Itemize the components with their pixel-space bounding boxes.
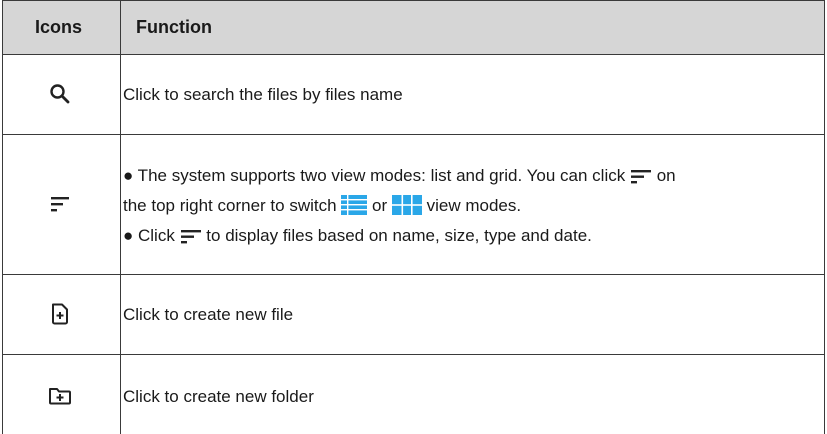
row-sort-line3: ● Click to display files based on name, …: [123, 225, 823, 246]
search-icon: [50, 84, 70, 104]
table-row-divider: [2, 54, 825, 55]
table-row-divider: [2, 354, 825, 355]
table-border-top: [2, 0, 825, 1]
row-search-description: Click to search the files by files name: [123, 85, 403, 104]
table-row-divider: [2, 134, 825, 135]
row-new-file-description: Click to create new file: [123, 305, 294, 324]
bullet1-line2-c: view modes.: [426, 196, 522, 215]
bullet2-text-b: to display files based on name, size, ty…: [206, 226, 592, 245]
row-sort-line2: the top right corner to switch or view m…: [123, 195, 823, 216]
table-header: [2, 0, 825, 54]
new-folder-icon: [49, 388, 71, 405]
header-function: Function: [136, 17, 212, 37]
sort-icon: [630, 170, 651, 184]
table-border-left: [2, 0, 3, 434]
table-column-divider: [120, 0, 121, 434]
bullet1-text-a: ● The system supports two view modes: li…: [123, 166, 626, 185]
sort-icon: [180, 230, 201, 244]
bullet1-line2-a: the top right corner to switch: [123, 196, 337, 215]
icons-function-table: Icons Function Click to search the files…: [2, 0, 825, 434]
grid-view-icon: [391, 195, 422, 215]
new-file-icon: [52, 303, 68, 325]
bullet2-text-a: ● Click: [123, 226, 175, 245]
table-border-right: [824, 0, 825, 434]
row-sort-line1: ● The system supports two view modes: li…: [123, 165, 823, 186]
bullet1-text-b: on: [656, 166, 676, 185]
header-icons: Icons: [35, 17, 83, 37]
sort-icon: [51, 197, 69, 212]
list-view-icon: [341, 195, 368, 215]
table-row-divider: [2, 274, 825, 275]
bullet1-line2-b: or: [372, 196, 388, 215]
row-new-folder-description: Click to create new folder: [123, 387, 314, 406]
